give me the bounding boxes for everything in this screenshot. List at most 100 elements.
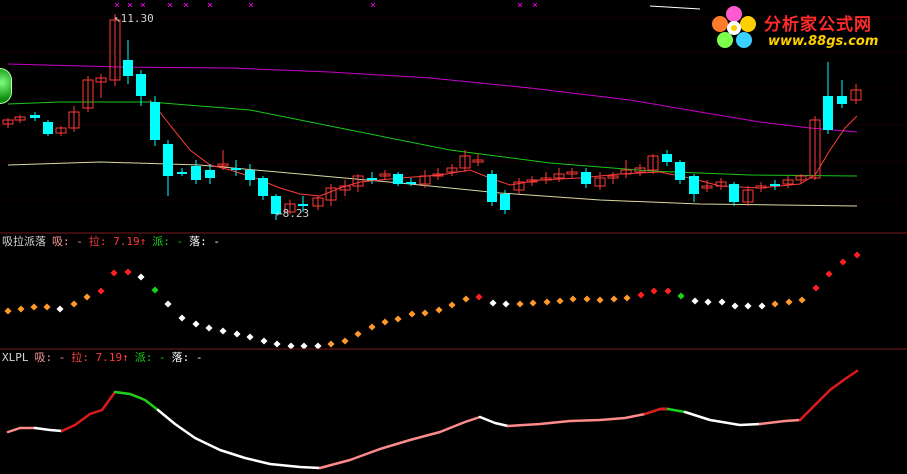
indicator-dot [300, 342, 308, 350]
ma-mid-line [7, 101, 858, 177]
panel-separators [0, 232, 907, 350]
candle-body-down [662, 154, 672, 162]
indicator-dot [408, 310, 416, 318]
xlpl-line-segment [478, 415, 510, 428]
indicator-dot [569, 295, 577, 303]
indicator-dot [435, 306, 443, 314]
xlpl-line-segment [666, 407, 687, 414]
signal-marker: × [183, 0, 190, 11]
indicator-dot [260, 337, 268, 345]
indicator1-header: 吸拉派落 吸: - 拉: 7.19↑ 派: - 落: - [2, 236, 226, 248]
watermark-logo: 分析家公式网 www.88gs.com [708, 2, 904, 52]
candle-body-down [689, 176, 699, 194]
indicator-dot [327, 340, 335, 348]
indicator-dot [771, 300, 779, 308]
candle-body-down [675, 162, 685, 180]
indicator1-pai: 派: - [152, 235, 184, 248]
xlpl-line-segment [643, 407, 670, 416]
indicator-dot [219, 327, 227, 335]
indicator-dot [421, 309, 429, 317]
indicator-dot [287, 342, 295, 350]
indicator-dot [489, 299, 497, 307]
indicator-dot [677, 292, 685, 300]
signal-marker: × [127, 0, 134, 11]
indicator1-la: 拉: 7.19↑ [88, 235, 147, 248]
indicator-dot [812, 284, 820, 292]
indicator-dot [43, 303, 51, 311]
indicator-dot [718, 298, 726, 306]
indicator-dot [502, 300, 510, 308]
indicator-dot [341, 337, 349, 345]
candle-body-down [136, 74, 146, 96]
xlpl-line-segment [506, 407, 670, 428]
signal-marker: × [140, 0, 147, 11]
indicator-dot [691, 297, 699, 305]
candle-body-down [245, 170, 255, 180]
indicator-dot [394, 315, 402, 323]
watermark-url: www.88gs.com [768, 34, 879, 49]
candle-body-down [191, 166, 201, 180]
indicator-dot [151, 286, 159, 294]
indicator-dot [192, 320, 200, 328]
candle-body-down [500, 194, 510, 210]
signal-marker: × [207, 0, 214, 11]
signal-marker: × [248, 0, 255, 11]
indicator-dot [623, 294, 631, 302]
signal-marker: × [167, 0, 174, 11]
candle-body-down [367, 178, 377, 180]
candle-body-down [163, 144, 173, 176]
xlpl-line-segment [60, 408, 104, 433]
indicator-dot [70, 300, 78, 308]
candle-body-down [43, 122, 53, 134]
indicator-dot [610, 295, 618, 303]
indicator-dot [56, 305, 64, 313]
xlpl-line-segment [6, 426, 37, 434]
indicator-dot [448, 301, 456, 309]
indicator1-name: 吸拉派落 [2, 235, 46, 248]
candle-body-down [770, 184, 780, 186]
indicator-dot [178, 314, 186, 322]
indicator2-header: XLPL 吸: - 拉: 7.19↑ 派: - 落: - [2, 352, 208, 364]
indicator-dot [462, 295, 470, 303]
indicator-dot [368, 323, 376, 331]
candle-body-down [729, 184, 739, 202]
xlpl-line-segment [683, 410, 762, 427]
watermark-title: 分析家公式网 [764, 15, 872, 35]
signal-marker: × [532, 0, 539, 11]
indicator2-pai: 派: - [134, 351, 166, 364]
indicator-dot [205, 324, 213, 332]
indicator-dot [83, 293, 91, 301]
signal-marker: × [517, 0, 524, 11]
flower-logo-icon [712, 6, 756, 48]
indicator-dot [664, 287, 672, 295]
indicator-dot [731, 302, 739, 310]
candle-body-down [823, 96, 833, 130]
indicator-dot [4, 307, 12, 315]
xlpl-line-segment [156, 408, 322, 470]
xlpl-line-segment [318, 415, 482, 470]
reference-line [649, 5, 701, 10]
candle-body-down [205, 170, 215, 178]
indicator-dot [637, 291, 645, 299]
indicator1-xi: 吸: - [52, 235, 83, 248]
signal-marker: × [370, 0, 377, 11]
indicator-dot [529, 299, 537, 307]
indicator-dot [583, 295, 591, 303]
candle-body-down [177, 172, 187, 174]
indicator-dot [354, 330, 362, 338]
low-price-label: ←8.23 [276, 207, 310, 220]
candle-body-down [393, 174, 403, 184]
indicator2-name: XLPL [2, 351, 29, 364]
indicator-dot [758, 302, 766, 310]
candle-body-down [581, 172, 591, 184]
indicator2-xi: 吸: - [34, 351, 66, 364]
signal-marker: × [114, 0, 121, 11]
xlpl-line-segment [113, 390, 160, 412]
indicator2-line [6, 369, 859, 470]
indicator-dot [543, 298, 551, 306]
indicator1-dots [4, 251, 861, 350]
candle-body-down [487, 174, 497, 202]
indicator-dot [110, 269, 118, 277]
indicator2-luo: 落: - [171, 351, 203, 364]
indicator-dot [97, 287, 105, 295]
